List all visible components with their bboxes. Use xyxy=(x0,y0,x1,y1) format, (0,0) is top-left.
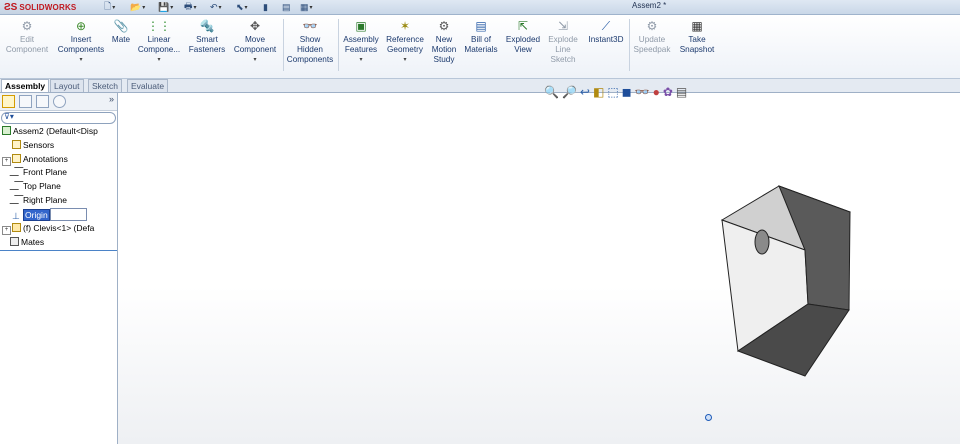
origin-marker-icon xyxy=(705,414,712,421)
part-hole xyxy=(754,229,770,255)
clevis-part-model[interactable] xyxy=(0,0,960,444)
